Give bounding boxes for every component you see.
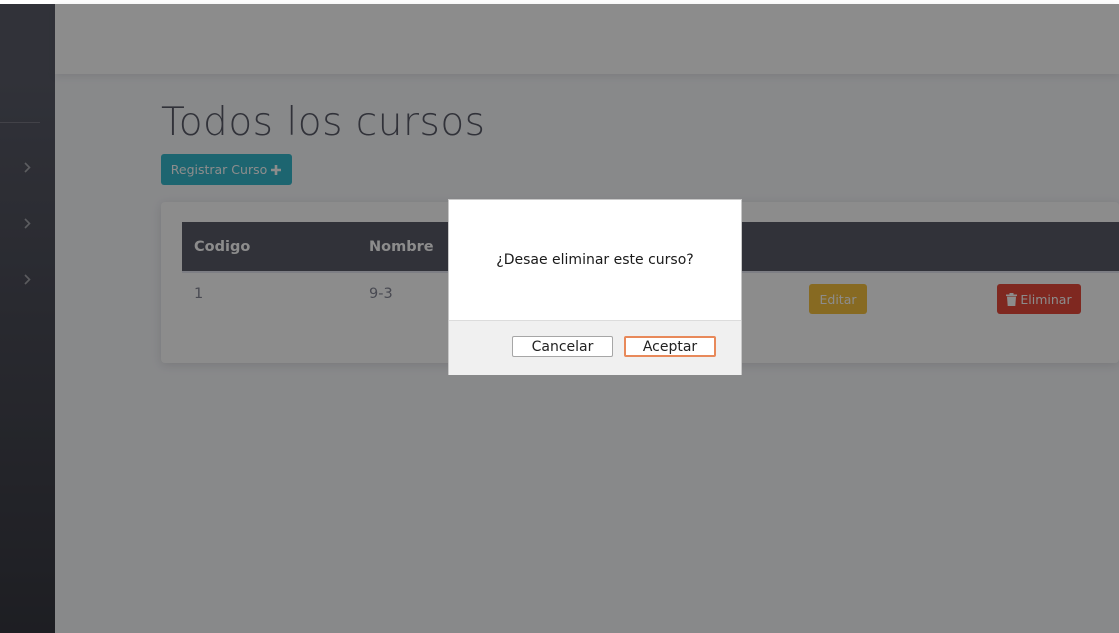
dialog-footer: Cancelar Aceptar [449,320,741,375]
accept-button[interactable]: Aceptar [624,336,716,357]
dialog-message: ¿Desae eliminar este curso? [496,252,694,268]
confirm-dialog: ¿Desae eliminar este curso? Cancelar Ace… [448,199,742,375]
cancel-button[interactable]: Cancelar [512,336,613,357]
